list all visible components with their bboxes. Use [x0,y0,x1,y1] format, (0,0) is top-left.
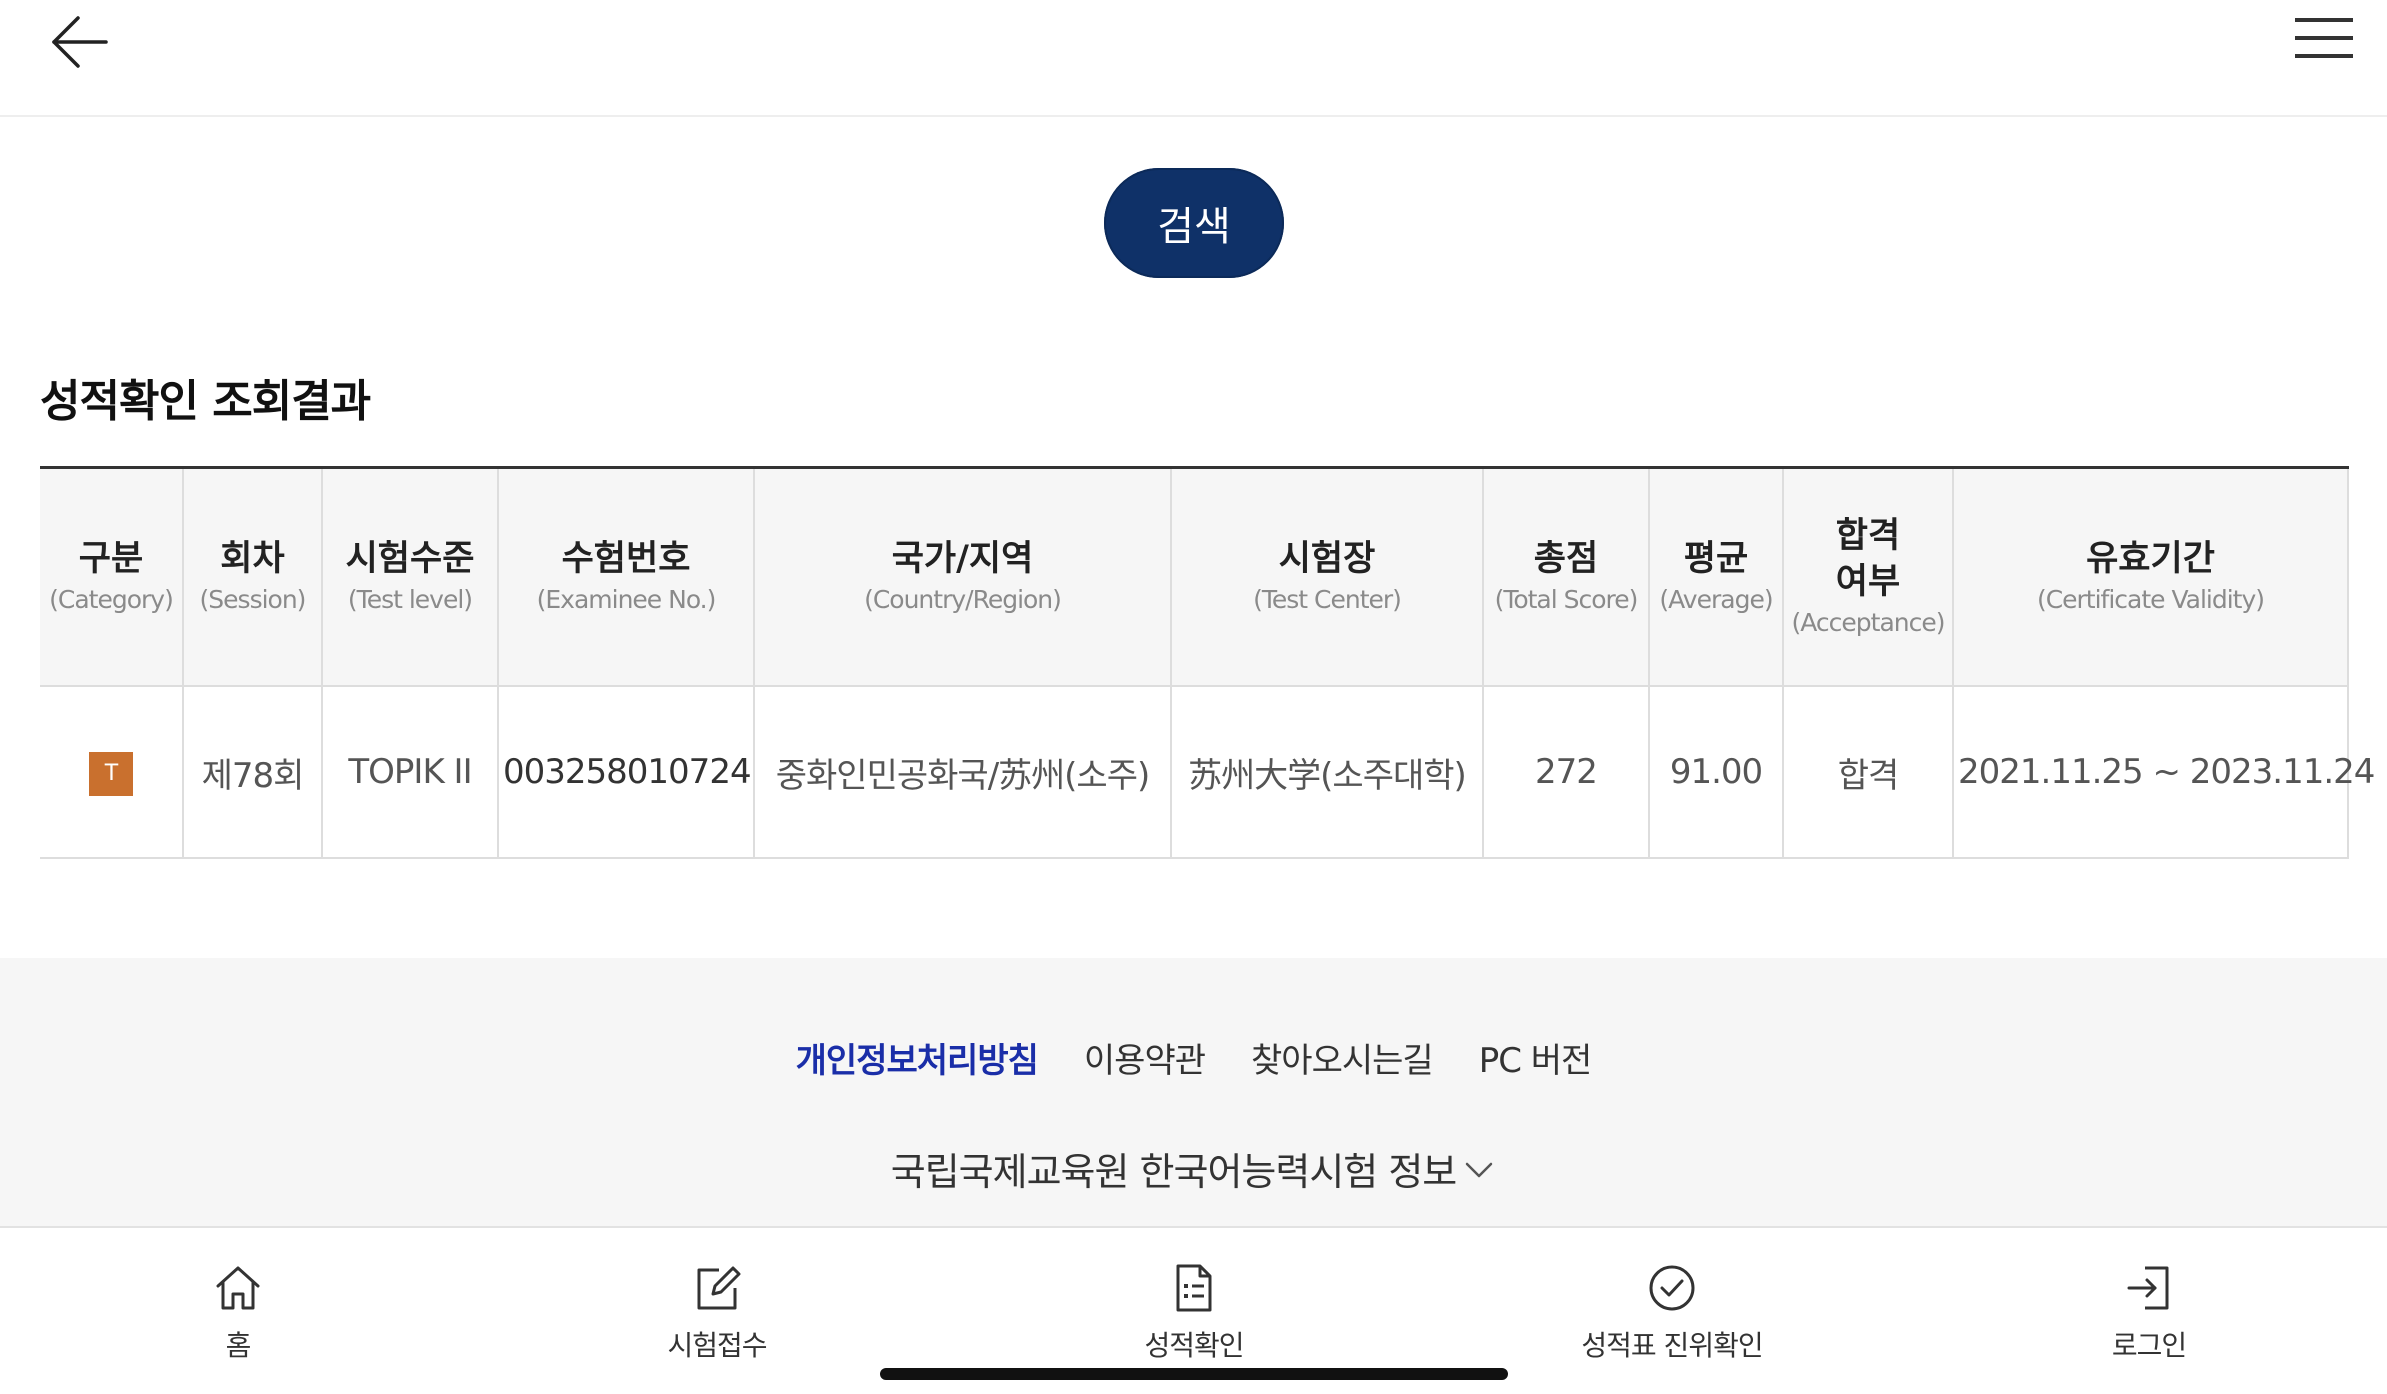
login-icon [2127,1266,2169,1310]
column-header-total: 총점 (Total Score) [1483,467,1650,687]
column-header-session: 회차 (Session) [183,467,323,687]
terms-link[interactable]: 이용약관 [1084,1033,1206,1082]
column-header-acceptance: 합격 여부 (Acceptance) [1783,467,1954,687]
home-icon [216,1266,260,1310]
column-header-region: 국가/지역 (Country/Region) [754,467,1172,687]
nav-exam-registration-label: 시험접수 [667,1329,767,1362]
cell-session: 제78회 [183,686,323,859]
cell-category: T [40,686,184,859]
check-circle-icon [1649,1265,1695,1311]
footer: 개인정보처리방침 이용약관 찾아오시는길 PC 버전 국립국제교육원 한국어능력… [0,958,2387,1228]
column-header-examinee-no: 수험번호 (Examinee No.) [498,467,755,687]
column-header-center: 시험장 (Test Center) [1171,467,1484,687]
result-table: 구분 (Category) 회차 (Session) 시험수준 (Test level… [40,466,2375,859]
edit-icon [697,1266,741,1310]
menu-button[interactable] [2289,6,2361,78]
cell-region: 중화인민공화국/苏州(소주) [754,686,1172,859]
cell-average: 91.00 [1649,686,1784,859]
cell-total: 272 [1483,686,1650,859]
cell-center: 苏州大学(소주대학) [1171,686,1484,859]
nav-home[interactable]: 홈 [78,1260,398,1370]
cell-validity: 2021.11.25 ~ 2023.11.24 [1953,686,2375,859]
cell-acceptance: 합격 [1783,686,1954,859]
top-bar [0,0,2387,117]
column-header-category: 구분 (Category) [40,467,184,687]
column-header-average: 평균 (Average) [1649,467,1784,687]
search-button[interactable]: 검색 [1104,168,1284,278]
back-button[interactable] [44,6,116,78]
nav-certificate-verify[interactable]: 성적표 진위확인 [1512,1260,1832,1370]
hamburger-menu-icon [2295,18,2353,58]
nav-score-check-label: 성적확인 [1144,1329,1244,1362]
nav-certificate-verify-label: 성적표 진위확인 [1581,1329,1763,1362]
nav-score-check[interactable]: 성적확인 [1034,1260,1354,1370]
table-header-row: 구분 (Category) 회차 (Session) 시험수준 (Test level… [40,467,2349,687]
category-badge: T [89,751,133,796]
page-title: 성적확인 조회결과 [40,376,371,427]
document-list-icon [1176,1264,1212,1312]
footer-info-label: 국립국제교육원 한국어능력시험 정보 [890,1150,1458,1194]
page: 검색 성적확인 조회결과 구분 (Category) 회차 (Session) 시험… [0,0,2387,1394]
nav-home-label: 홈 [225,1329,252,1362]
privacy-policy-link[interactable]: 개인정보처리방침 [796,1033,1039,1082]
table-row: T 제78회 TOPIK II 003258010724 중화인민공화국/苏州(… [40,686,2375,859]
home-indicator [880,1368,1508,1380]
pc-version-link[interactable]: PC 버전 [1479,1033,1593,1082]
chevron-down-icon [1466,1162,1493,1177]
footer-links: 개인정보처리방침 이용약관 찾아오시는길 PC 버전 [0,1033,2387,1082]
directions-link[interactable]: 찾아오시는길 [1251,1033,1434,1082]
nav-login-label: 로그인 [2111,1329,2187,1362]
cell-level: TOPIK II [322,686,499,859]
column-header-level: 시험수준 (Test level) [322,467,499,687]
column-header-validity: 유효기간 (Certificate Validity) [1953,467,2349,687]
cell-examinee-no: 003258010724 [498,686,755,859]
footer-info-toggle[interactable]: 국립국제교육원 한국어능력시험 정보 [0,1141,2387,1196]
nav-login[interactable]: 로그인 [1989,1260,2309,1370]
nav-exam-registration[interactable]: 시험접수 [557,1260,877,1370]
arrow-left-icon [52,16,108,68]
